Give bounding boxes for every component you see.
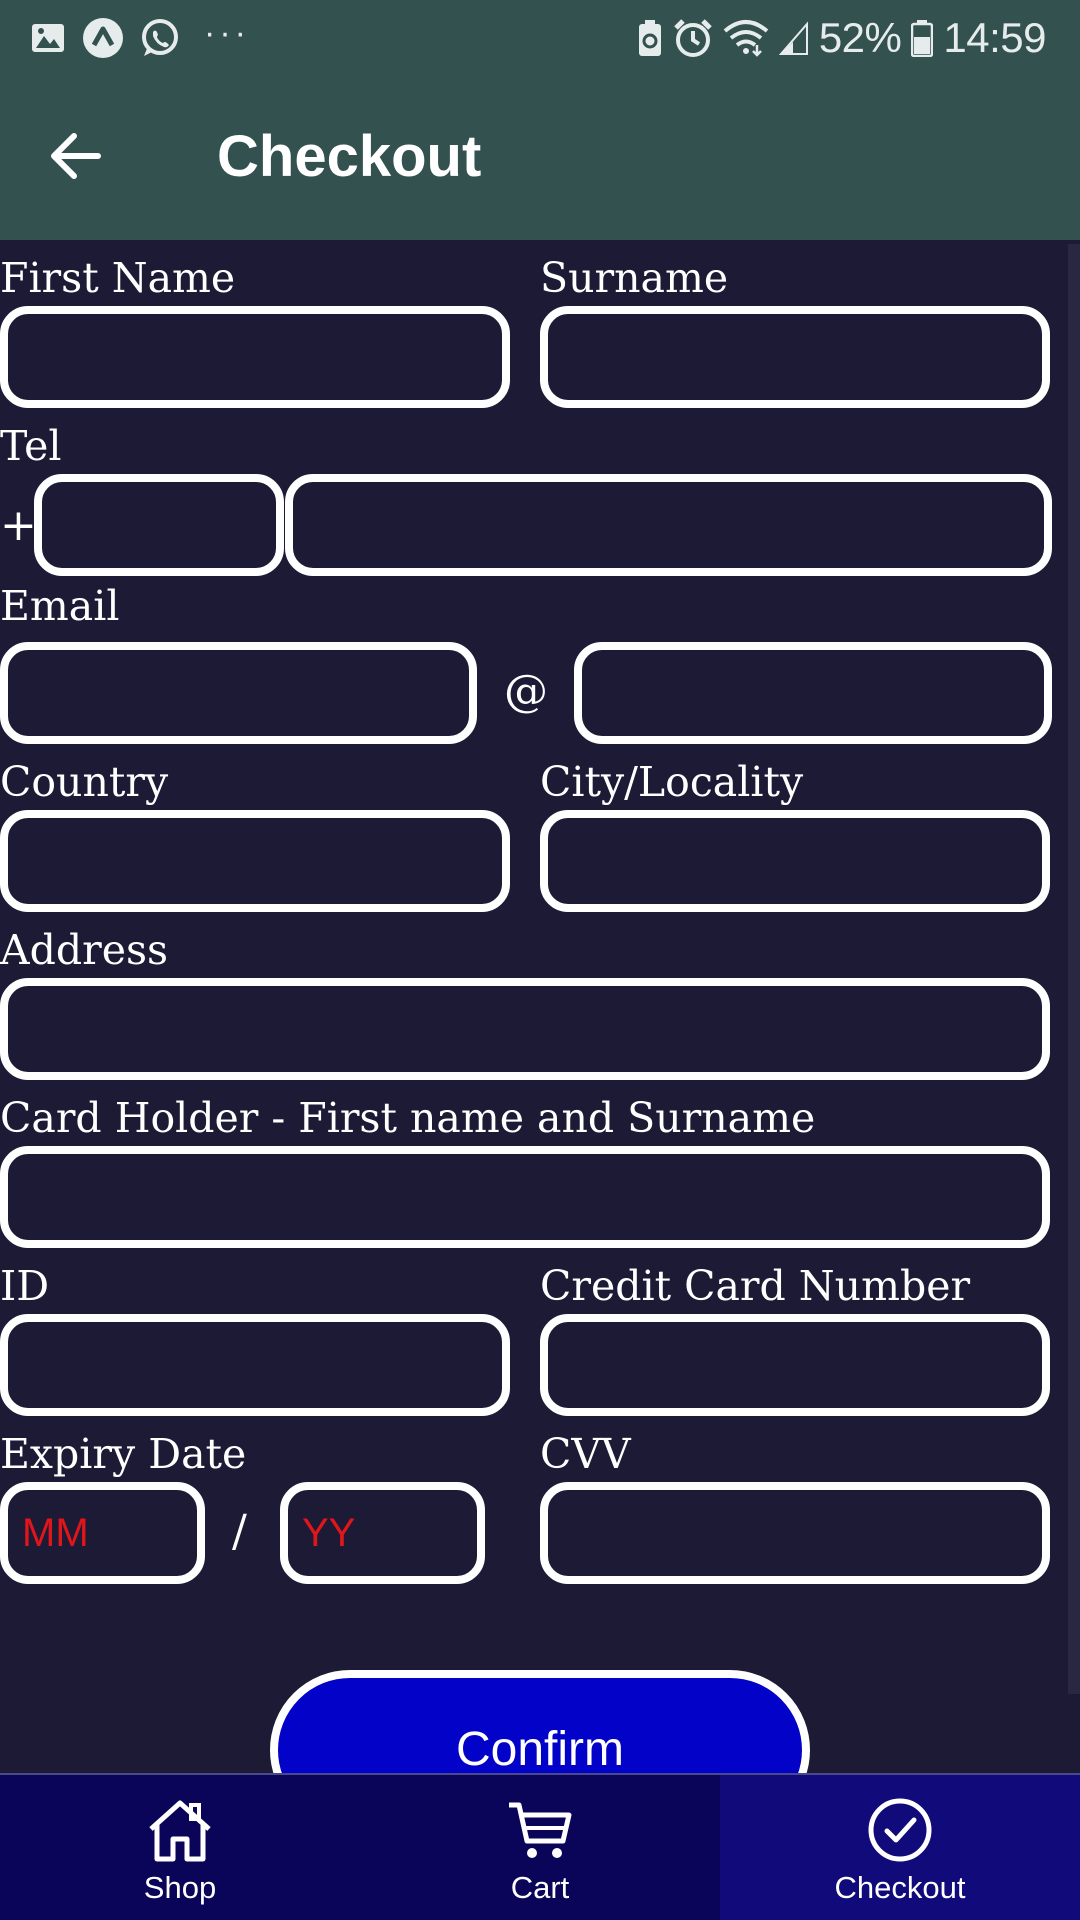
- back-button[interactable]: [44, 124, 108, 188]
- alarm-icon: [673, 18, 713, 58]
- bottom-navigation: Shop Cart Checkout: [0, 1773, 1080, 1920]
- nav-label-cart: Cart: [510, 1870, 570, 1905]
- cvv-input[interactable]: [540, 1482, 1050, 1584]
- tel-prefix: +: [0, 500, 37, 551]
- nav-item-cart[interactable]: Cart: [360, 1775, 720, 1920]
- home-icon: [149, 1800, 211, 1862]
- tel-number-input[interactable]: [285, 474, 1052, 576]
- card-holder-input[interactable]: [0, 1146, 1050, 1248]
- page-title: Checkout: [217, 124, 482, 189]
- card-holder-label: Card Holder - First name and Surname: [0, 1094, 816, 1142]
- cvv-label: CVV: [540, 1430, 631, 1478]
- wifi-icon: [723, 19, 769, 57]
- city-label: City/Locality: [540, 758, 804, 806]
- signal-icon: [778, 20, 809, 56]
- gallery-icon: [30, 21, 66, 55]
- id-label: ID: [0, 1262, 50, 1310]
- clock: 14:59: [943, 14, 1046, 61]
- surname-label: Surname: [540, 254, 729, 302]
- nav-label-shop: Shop: [143, 1870, 217, 1905]
- first-name-label: First Name: [0, 254, 236, 302]
- card-number-label: Credit Card Number: [540, 1262, 971, 1310]
- email-domain-input[interactable]: [574, 642, 1052, 744]
- first-name-input[interactable]: [0, 306, 510, 408]
- country-input[interactable]: [0, 810, 510, 912]
- tel-label: Tel: [0, 422, 62, 470]
- email-label: Email: [0, 582, 120, 630]
- expiry-month-input[interactable]: [0, 1482, 205, 1584]
- nav-item-shop[interactable]: Shop: [0, 1775, 360, 1920]
- email-user-input[interactable]: [0, 642, 477, 744]
- address-label: Address: [0, 926, 169, 974]
- status-bar: ··· 52% 14:59: [0, 0, 1080, 76]
- tel-country-code-input[interactable]: [34, 474, 284, 576]
- address-input[interactable]: [0, 978, 1050, 1080]
- whatsapp-icon: [140, 18, 180, 58]
- id-input[interactable]: [0, 1314, 510, 1416]
- scrollbar[interactable]: [1068, 244, 1080, 1694]
- country-label: Country: [0, 758, 169, 806]
- city-input[interactable]: [540, 810, 1050, 912]
- app-bar: Checkout: [0, 76, 1080, 240]
- battery-saver-icon: [637, 19, 663, 57]
- nav-label-checkout: Checkout: [834, 1870, 966, 1905]
- arrow-left-icon: [51, 133, 101, 179]
- expiry-date-label: Expiry Date: [0, 1430, 247, 1478]
- battery-percent: 52%: [818, 14, 902, 61]
- check-circle-icon: [868, 1798, 932, 1862]
- expiry-separator: /: [232, 1506, 247, 1557]
- more-icon: ···: [204, 13, 250, 52]
- surname-input[interactable]: [540, 306, 1050, 408]
- navigation-icon: [82, 17, 124, 59]
- expiry-year-input[interactable]: [280, 1482, 485, 1584]
- nav-item-checkout[interactable]: Checkout: [720, 1775, 1080, 1920]
- email-at-sign: @: [504, 666, 548, 717]
- battery-icon: [911, 19, 934, 57]
- cart-icon: [509, 1802, 572, 1858]
- card-number-input[interactable]: [540, 1314, 1050, 1416]
